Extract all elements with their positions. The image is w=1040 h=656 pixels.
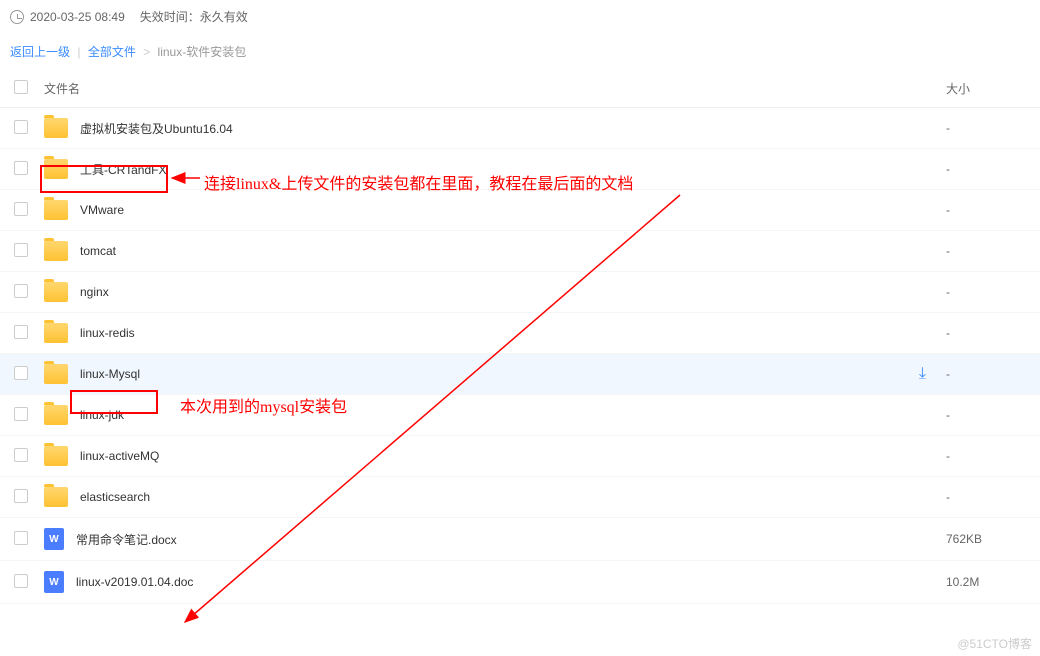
- folder-icon: [44, 159, 68, 179]
- file-size: 762KB: [946, 532, 1026, 546]
- file-size: -: [946, 449, 1026, 463]
- clock-icon: [10, 10, 24, 24]
- breadcrumb-all-files[interactable]: 全部文件: [88, 45, 136, 59]
- folder-icon: [44, 487, 68, 507]
- table-row[interactable]: 工具-CRTandFX-: [0, 149, 1040, 190]
- file-size: -: [946, 285, 1026, 299]
- header-bar: 2020-03-25 08:49 失效时间： 永久有效: [0, 0, 1040, 33]
- folder-icon: [44, 282, 68, 302]
- folder-icon: [44, 241, 68, 261]
- download-icon[interactable]: ⤓: [919, 365, 926, 383]
- table-row[interactable]: nginx-: [0, 272, 1040, 313]
- doc-icon: W: [44, 571, 64, 593]
- folder-icon: [44, 364, 68, 384]
- folder-icon: [44, 118, 68, 138]
- file-size: -: [946, 121, 1026, 135]
- folder-icon: [44, 446, 68, 466]
- file-size: -: [946, 203, 1026, 217]
- row-checkbox[interactable]: [14, 531, 28, 545]
- expire-value: 永久有效: [200, 8, 248, 25]
- row-checkbox[interactable]: [14, 243, 28, 257]
- file-size: -: [946, 244, 1026, 258]
- file-list: 虚拟机安装包及Ubuntu16.04-工具-CRTandFX-VMware-to…: [0, 108, 1040, 604]
- row-checkbox[interactable]: [14, 325, 28, 339]
- table-row[interactable]: linux-activeMQ-: [0, 436, 1040, 477]
- watermark: @51CTO博客: [957, 635, 1032, 652]
- table-row[interactable]: elasticsearch-: [0, 477, 1040, 518]
- folder-icon: [44, 323, 68, 343]
- breadcrumb: 返回上一级 | 全部文件 > linux-软件安装包: [0, 33, 1040, 70]
- file-name[interactable]: linux-activeMQ: [80, 449, 946, 463]
- breadcrumb-sep: >: [143, 45, 150, 59]
- file-size: -: [946, 162, 1026, 176]
- file-name[interactable]: tomcat: [80, 244, 946, 258]
- table-header: 文件名 大小: [0, 70, 1040, 108]
- file-name[interactable]: elasticsearch: [80, 490, 946, 504]
- row-checkbox[interactable]: [14, 366, 28, 380]
- row-checkbox[interactable]: [14, 448, 28, 462]
- row-checkbox[interactable]: [14, 202, 28, 216]
- table-row[interactable]: linux-jdk-: [0, 395, 1040, 436]
- file-name[interactable]: linux-jdk: [80, 408, 946, 422]
- expire-label: 失效时间：: [140, 8, 200, 25]
- row-checkbox[interactable]: [14, 489, 28, 503]
- file-name[interactable]: 虚拟机安装包及Ubuntu16.04: [80, 120, 946, 137]
- timestamp: 2020-03-25 08:49: [30, 10, 125, 24]
- row-checkbox[interactable]: [14, 407, 28, 421]
- table-row[interactable]: VMware-: [0, 190, 1040, 231]
- file-name[interactable]: 工具-CRTandFX: [80, 161, 946, 178]
- file-name[interactable]: linux-v2019.01.04.doc: [76, 575, 946, 589]
- table-row[interactable]: 虚拟机安装包及Ubuntu16.04-: [0, 108, 1040, 149]
- file-size: -: [946, 490, 1026, 504]
- row-checkbox[interactable]: [14, 574, 28, 588]
- table-row[interactable]: W 常用命令笔记.docx762KB: [0, 518, 1040, 561]
- row-checkbox[interactable]: [14, 161, 28, 175]
- file-size: -: [946, 367, 1026, 381]
- file-size: -: [946, 408, 1026, 422]
- table-row[interactable]: tomcat-: [0, 231, 1040, 272]
- breadcrumb-sep: |: [77, 45, 80, 59]
- row-checkbox[interactable]: [14, 284, 28, 298]
- row-checkbox[interactable]: [14, 120, 28, 134]
- file-name[interactable]: nginx: [80, 285, 946, 299]
- file-name[interactable]: VMware: [80, 203, 946, 217]
- table-row[interactable]: linux-redis-: [0, 313, 1040, 354]
- file-name[interactable]: linux-redis: [80, 326, 946, 340]
- table-row[interactable]: Wlinux-v2019.01.04.doc10.2M: [0, 561, 1040, 604]
- doc-icon: W: [44, 528, 64, 550]
- breadcrumb-back[interactable]: 返回上一级: [10, 45, 70, 59]
- file-size: -: [946, 326, 1026, 340]
- folder-icon: [44, 200, 68, 220]
- file-name[interactable]: 常用命令笔记.docx: [76, 531, 946, 548]
- column-name[interactable]: 文件名: [38, 80, 946, 97]
- file-size: 10.2M: [946, 575, 1026, 589]
- file-name[interactable]: linux-Mysql: [80, 367, 919, 381]
- column-size[interactable]: 大小: [946, 80, 1026, 97]
- table-row[interactable]: linux-Mysql⤓ -: [0, 354, 1040, 395]
- breadcrumb-current: linux-软件安装包: [158, 45, 247, 59]
- select-all-checkbox[interactable]: [14, 80, 28, 94]
- folder-icon: [44, 405, 68, 425]
